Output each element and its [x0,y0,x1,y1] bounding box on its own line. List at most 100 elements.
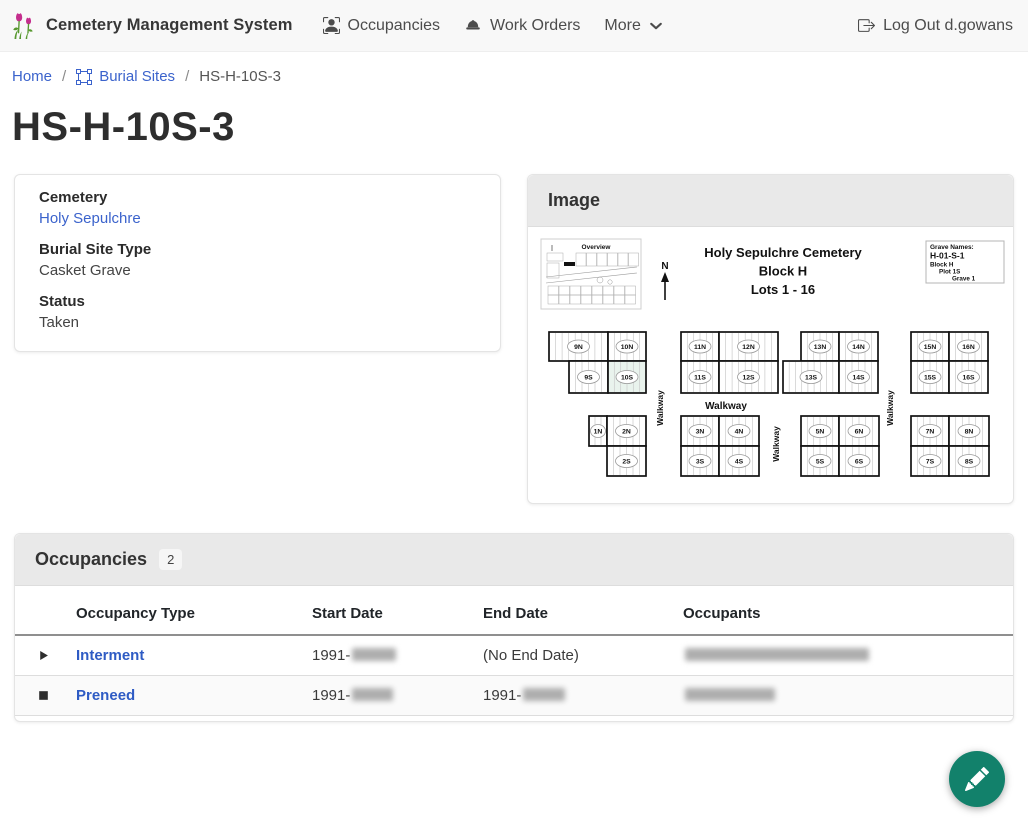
nav-item-work-orders[interactable]: Work Orders [464,17,580,35]
redacted-text [523,688,565,701]
edit-fab[interactable] [949,751,1005,807]
cards-row: Cemetery Holy Sepulchre Burial Site Type… [14,174,1014,504]
field-burial-site-type: Burial Site Type Casket Grave [39,241,476,279]
breadcrumb-separator: / [185,68,189,85]
play-icon [36,648,51,663]
bounding-box-icon [76,69,92,85]
tulip-logo-icon [12,11,37,40]
image-card-body: OverviewNHoly Sepulchre CemeteryBlock HL… [528,227,1013,503]
page-title: HS-H-10S-3 [12,105,1014,150]
svg-text:2N: 2N [622,428,631,435]
occupancies-card: Occupancies 2 Occupancy Type Start Date … [14,533,1014,722]
occupancies-header: Occupancies 2 [15,534,1013,586]
card-tail [15,716,1013,721]
svg-text:16S: 16S [962,374,975,381]
svg-text:Grave 1: Grave 1 [952,276,976,283]
svg-text:15N: 15N [924,344,937,351]
svg-text:1N: 1N [594,428,603,435]
svg-text:9S: 9S [584,374,593,381]
svg-text:Plot 1S: Plot 1S [939,269,960,276]
svg-text:Block H: Block H [930,262,954,269]
field-status: Status Taken [39,293,476,331]
nav-item-logout[interactable]: Log Out d.gowans [858,17,1013,35]
image-card: Image Overview N Holy Sepulchre Cemetery Bl… [527,174,1014,504]
table-row: Preneed 1991- 1991- [15,675,1013,715]
svg-text:5S: 5S [816,458,825,465]
svg-text:8S: 8S [965,458,974,465]
svg-text:2S: 2S [622,458,631,465]
svg-text:10N: 10N [621,344,634,351]
start-date: 1991- [312,687,350,704]
nav-item-label: Occupancies [348,17,441,35]
nav-item-label: More [604,17,640,35]
end-date: 1991- [483,687,521,704]
field-cemetery: Cemetery Holy Sepulchre [39,189,476,227]
svg-text:3S: 3S [696,458,705,465]
cemetery-link[interactable]: Holy Sepulchre [39,210,141,227]
redacted-text [352,648,396,661]
svg-text:3N: 3N [696,428,705,435]
svg-text:16N: 16N [962,344,975,351]
svg-text:5N: 5N [816,428,825,435]
brand[interactable]: Cemetery Management System [12,11,293,40]
image-card-header: Image [528,175,1013,227]
nav-item-occupancies[interactable]: Occupancies [323,17,441,35]
field-value: Casket Grave [39,262,476,279]
box-arrow-right-icon [858,17,875,34]
svg-text:14S: 14S [852,374,865,381]
brand-title: Cemetery Management System [46,16,293,35]
plot-map-image: OverviewNHoly Sepulchre CemeteryBlock HL… [538,236,1007,488]
column-header: Start Date [312,586,483,635]
logout-label: Log Out d.gowans [883,17,1013,35]
svg-text:Holy Sepulchre Cemetery: Holy Sepulchre Cemetery [704,245,862,260]
top-navbar: Cemetery Management System Occupancies W… [0,0,1028,52]
svg-text:13S: 13S [805,374,818,381]
start-date: 1991- [312,647,350,664]
nav-item-label: Work Orders [490,17,580,35]
occupancies-title: Occupancies [35,549,147,570]
svg-text:Block H: Block H [759,264,807,279]
table-header-row: Occupancy Type Start Date End Date Occup… [15,586,1013,635]
breadcrumb: Home / Burial Sites / HS-H-10S-3 [12,52,1014,85]
svg-text:15S: 15S [924,374,937,381]
end-date: (No End Date) [483,647,579,664]
occupancies-count-badge: 2 [159,549,182,570]
breadcrumb-home[interactable]: Home [12,68,52,85]
occupancy-link[interactable]: Preneed [76,687,135,704]
svg-text:Overview: Overview [582,244,612,251]
breadcrumb-separator: / [62,68,66,85]
svg-text:11N: 11N [694,344,706,351]
details-card: Cemetery Holy Sepulchre Burial Site Type… [14,174,501,352]
svg-text:6S: 6S [855,458,864,465]
svg-text:7S: 7S [926,458,935,465]
svg-text:12N: 12N [742,344,755,351]
chevron-down-icon [649,19,663,33]
svg-text:Walkway: Walkway [705,401,747,412]
redacted-text [685,688,775,701]
breadcrumb-label: Burial Sites [99,68,175,85]
column-header: Occupancy Type [76,586,312,635]
field-label: Burial Site Type [39,241,476,258]
svg-text:7N: 7N [926,428,935,435]
svg-text:H-01-S-1: H-01-S-1 [930,251,965,261]
occupancy-link[interactable]: Interment [76,647,144,664]
breadcrumb-burial-sites[interactable]: Burial Sites [76,68,175,85]
nav-item-more[interactable]: More [604,17,662,35]
svg-text:12S: 12S [742,374,755,381]
svg-text:14N: 14N [852,344,865,351]
svg-text:Walkway: Walkway [885,390,895,426]
redacted-text [352,688,393,701]
hardhat-icon [464,17,482,34]
svg-text:4N: 4N [735,428,744,435]
svg-text:N: N [661,261,668,272]
svg-text:Walkway: Walkway [771,426,781,462]
svg-text:6N: 6N [855,428,864,435]
status-column-header [15,586,76,635]
svg-text:10S: 10S [621,374,634,381]
field-label: Status [39,293,476,310]
pencil-icon [965,767,989,791]
table-row: Interment 1991- (No End Date) [15,635,1013,675]
breadcrumb-current: HS-H-10S-3 [199,68,281,85]
person-bounding-box-icon [323,17,340,34]
svg-text:9N: 9N [574,344,583,351]
